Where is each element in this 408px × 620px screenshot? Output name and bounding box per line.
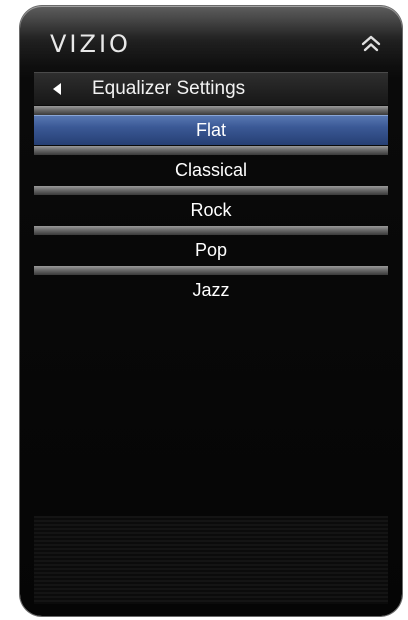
- menu-item-flat[interactable]: Flat: [34, 106, 388, 146]
- menu-item-label: Classical: [174, 160, 248, 180]
- menu-title-bar: Equalizer Settings: [34, 72, 388, 105]
- menu-item-label: Jazz: [192, 280, 230, 300]
- menu-item-label: Flat: [195, 120, 226, 140]
- back-arrow-icon[interactable]: [52, 82, 62, 96]
- menu-divider: [34, 146, 388, 155]
- menu-divider: [34, 226, 388, 235]
- menu-item-jazz[interactable]: Jazz: [34, 266, 388, 306]
- menu-item-classical[interactable]: Classical: [34, 146, 388, 186]
- equalizer-options-list: Flat Classical Rock Pop Jazz: [34, 106, 388, 306]
- menu-item-pop[interactable]: Pop: [34, 226, 388, 266]
- menu-item-label: Pop: [194, 240, 228, 260]
- vizio-logo: VIZIO: [50, 30, 131, 58]
- menu-divider: [34, 106, 388, 115]
- page-title: Equalizer Settings: [92, 78, 246, 99]
- home-icon[interactable]: [360, 34, 382, 54]
- menu-divider: [34, 186, 388, 195]
- menu-divider: [34, 266, 388, 275]
- footer-grille: [34, 516, 388, 604]
- tv-menu-panel: VIZIO Equalizer Settings Flat Classical: [20, 6, 402, 616]
- menu-item-label: Rock: [190, 200, 232, 220]
- brand-bar: VIZIO: [34, 26, 388, 66]
- menu-item-rock[interactable]: Rock: [34, 186, 388, 226]
